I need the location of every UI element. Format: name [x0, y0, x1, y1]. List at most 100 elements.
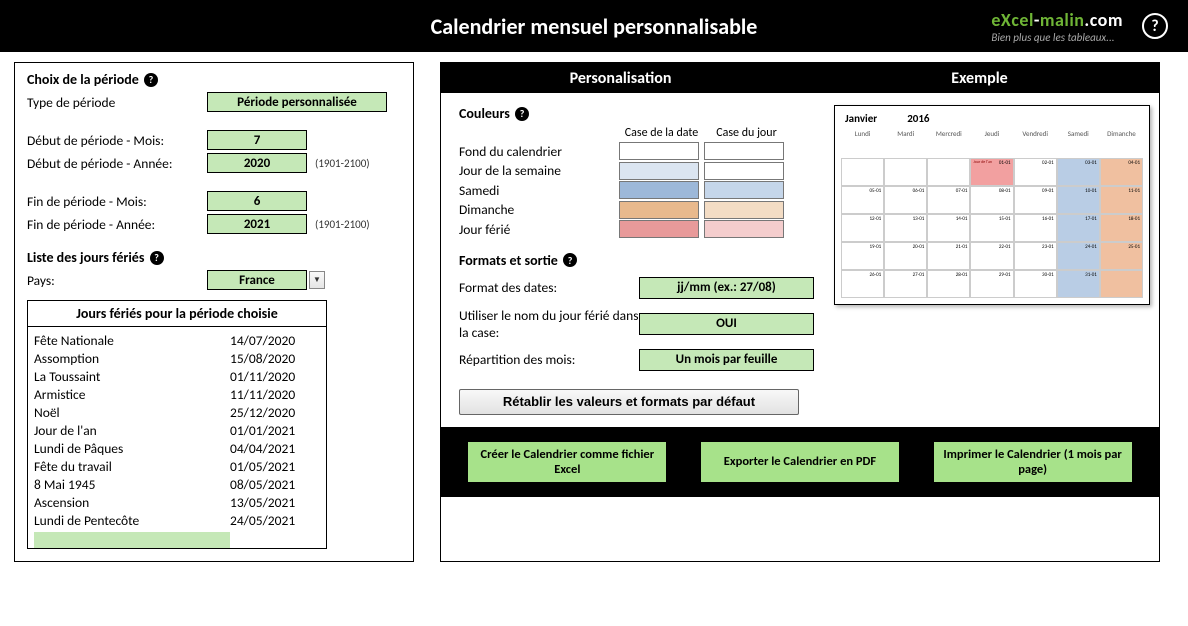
start-year-input[interactable]: 2020	[207, 153, 307, 173]
preview-cell: 28-01	[927, 270, 970, 298]
color-swatch-day[interactable]	[704, 162, 784, 180]
formats-heading: Formats et sortie	[459, 252, 558, 269]
preview-cell: 31-01	[1057, 270, 1100, 298]
use-holiday-name-select[interactable]: OUI	[639, 313, 814, 335]
page-title: Calendrier mensuel personnalisable	[431, 13, 758, 40]
month-split-select[interactable]: Un mois par feuille	[639, 349, 814, 371]
period-heading: Choix de la période	[27, 71, 139, 88]
question-icon[interactable]: ?	[150, 251, 164, 265]
create-excel-button[interactable]: Créer le Calendrier comme fichier Excel	[467, 441, 667, 483]
colors-heading: Couleurs	[459, 105, 510, 122]
year-range-hint: (1901-2100)	[315, 218, 370, 231]
color-row: Jour de la semaine	[459, 162, 814, 180]
chevron-down-icon[interactable]: ▼	[309, 271, 325, 289]
brand: eXcel-malin.com Bien plus que les tablea…	[991, 9, 1123, 44]
question-icon[interactable]: ?	[563, 253, 577, 267]
preview-cell: 18-01	[1100, 214, 1143, 242]
preview-day-header: Dimanche	[1100, 128, 1143, 140]
tab-personalisation: Personalisation	[441, 63, 800, 93]
preview-cell: 07-01	[927, 186, 970, 214]
holiday-date: 11/11/2020	[230, 386, 320, 403]
color-row: Samedi	[459, 181, 814, 199]
preview-day-header: Vendredi	[1014, 128, 1057, 140]
preview-month: Janvier	[845, 112, 877, 125]
preview-day-header: Lundi	[841, 128, 884, 140]
holiday-date: 24/05/2021	[230, 512, 320, 529]
preview-cell	[884, 158, 927, 186]
preview-year: 2016	[907, 112, 929, 125]
restore-defaults-button[interactable]: Rétablir les valeurs et formats par défa…	[459, 389, 799, 415]
end-month-label: Fin de période - Mois:	[27, 193, 207, 210]
color-swatch-day[interactable]	[704, 142, 784, 160]
calendar-preview: Janvier 2016 LundiMardiMercrediJeudiVend…	[834, 105, 1150, 305]
holiday-name: Armistice	[34, 386, 230, 403]
tab-exemple: Exemple	[800, 63, 1159, 93]
year-range-hint: (1901-2100)	[315, 157, 370, 170]
holiday-row: 8 Mai 194508/05/2021	[34, 475, 320, 493]
preview-cell: 30-01	[1014, 270, 1057, 298]
holiday-date: 01/11/2020	[230, 368, 320, 385]
holiday-list-title: Jours fériés pour la période choisie	[28, 301, 326, 327]
color-swatch-day[interactable]	[704, 201, 784, 219]
preview-cell: 04-01	[1100, 158, 1143, 186]
holiday-row: Assomption15/08/2020	[34, 349, 320, 367]
holiday-name: Fête Nationale	[34, 332, 230, 349]
holiday-row: Jour de l'an01/01/2021	[34, 421, 320, 439]
action-bar: Créer le Calendrier comme fichier Excel …	[441, 427, 1159, 497]
holidays-heading: Liste des jours fériés	[27, 249, 144, 266]
color-swatch-day[interactable]	[704, 220, 784, 238]
end-year-input[interactable]: 2021	[207, 214, 307, 234]
preview-cell	[1100, 270, 1143, 298]
holiday-name: Noël	[34, 404, 230, 421]
start-month-label: Début de période - Mois:	[27, 132, 207, 149]
color-label: Jour de la semaine	[459, 162, 619, 179]
holiday-date: 13/05/2021	[230, 494, 320, 511]
app-header: Calendrier mensuel personnalisable eXcel…	[0, 0, 1188, 52]
holiday-name: La Toussaint	[34, 368, 230, 385]
color-swatch-date[interactable]	[619, 162, 699, 180]
print-button[interactable]: Imprimer le Calendrier (1 mois par page)	[933, 441, 1133, 483]
period-type-label: Type de période	[27, 94, 207, 111]
color-col2-header: Case du jour	[704, 126, 789, 140]
holiday-name: Ascension	[34, 494, 230, 511]
holiday-date: 25/12/2020	[230, 404, 320, 421]
preview-cell: 24-01	[1057, 242, 1100, 270]
holiday-date: 01/01/2021	[230, 422, 320, 439]
holiday-row: Lundi de Pentecôte24/05/2021	[34, 511, 320, 529]
color-swatch-date[interactable]	[619, 220, 699, 238]
color-label: Samedi	[459, 182, 619, 199]
use-holiday-name-label: Utiliser le nom du jour férié dans la ca…	[459, 307, 639, 341]
color-swatch-date[interactable]	[619, 181, 699, 199]
preview-cell: 11-01	[1100, 186, 1143, 214]
preview-cell: 03-01	[1057, 158, 1100, 186]
preview-cell: 14-01	[927, 214, 970, 242]
holiday-empty	[34, 532, 230, 548]
preview-cell: 25-01	[1100, 242, 1143, 270]
date-format-label: Format des dates:	[459, 279, 639, 296]
color-swatch-day[interactable]	[704, 181, 784, 199]
holiday-date: 15/08/2020	[230, 350, 320, 367]
export-pdf-button[interactable]: Exporter le Calendrier en PDF	[700, 441, 900, 483]
color-swatch-date[interactable]	[619, 201, 699, 219]
end-month-input[interactable]: 6	[207, 191, 307, 211]
question-icon[interactable]: ?	[515, 107, 529, 121]
color-label: Dimanche	[459, 201, 619, 218]
preview-cell: 22-01	[970, 242, 1013, 270]
country-select[interactable]: France	[207, 270, 307, 290]
preview-cell: 19-01	[841, 242, 884, 270]
holiday-date: 08/05/2021	[230, 476, 320, 493]
tab-bar: Personalisation Exemple	[441, 63, 1159, 93]
question-icon[interactable]: ?	[144, 73, 158, 87]
help-icon[interactable]: ?	[1142, 13, 1168, 39]
preview-cell: 17-01	[1057, 214, 1100, 242]
period-type-select[interactable]: Période personnalisée	[207, 92, 387, 112]
holiday-row: La Toussaint01/11/2020	[34, 367, 320, 385]
start-month-input[interactable]: 7	[207, 130, 307, 150]
preview-cell: 06-01	[884, 186, 927, 214]
holiday-name: Jour de l'an	[34, 422, 230, 439]
preview-cell: 01-01Jour de l'an	[970, 158, 1013, 186]
holiday-row: Fête Nationale14/07/2020	[34, 331, 320, 349]
date-format-select[interactable]: jj/mm (ex.: 27/08)	[639, 277, 814, 299]
preview-cell: 09-01	[1014, 186, 1057, 214]
color-swatch-date[interactable]	[619, 142, 699, 160]
